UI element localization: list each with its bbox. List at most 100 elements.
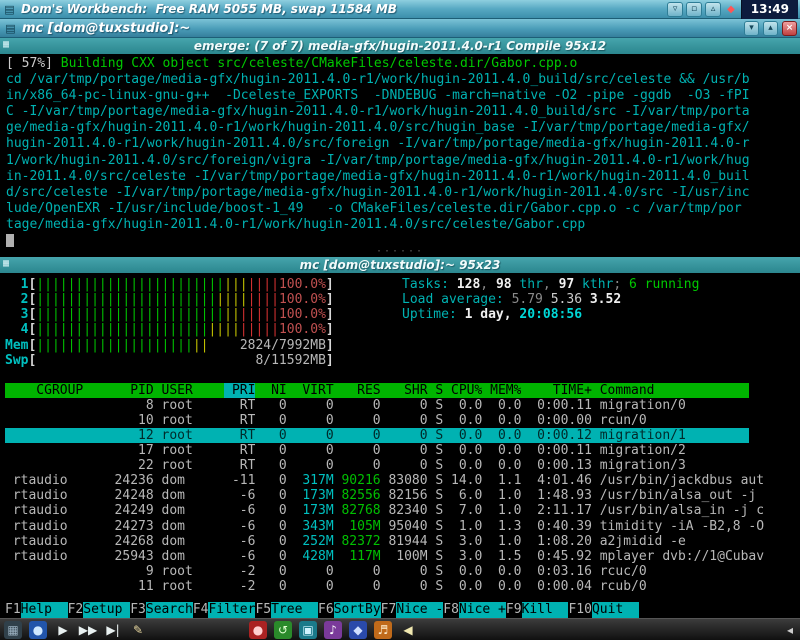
column-header-cgroup[interactable]: CGROUP (5, 383, 99, 398)
column-header-command[interactable]: Command (592, 383, 655, 398)
table-row[interactable]: 11root-20000S0.00.00:00.04rcub/0 (5, 579, 749, 594)
meter-4: 4[|||||||||||||||||||||||||||||||100.0%] (5, 322, 800, 337)
htop-panel: 1[|||||||||||||||||||||||||||||||100.0%]… (0, 273, 800, 618)
fkey-help[interactable]: F1Help (5, 602, 68, 618)
column-header-pid[interactable]: PID (99, 383, 154, 398)
blank-line (5, 368, 800, 383)
column-header-user[interactable]: USER (154, 383, 224, 398)
table-row[interactable]: 10rootRT0000S0.00.00:00.00rcun/0 (5, 413, 749, 428)
meter-swp: Swp[ 8/11592MB] (5, 353, 800, 368)
next-track-icon[interactable]: ▶▶ (79, 621, 97, 639)
table-row[interactable]: rtaudio24268dom-60252M8237281944S3.01.01… (5, 534, 749, 549)
fkey-search[interactable]: F3Search (130, 602, 193, 618)
fkey-sortby[interactable]: F6SortBy (318, 602, 381, 618)
build-progress-line: [ 57%] Building CXX object src/celeste/C… (6, 56, 800, 72)
close-button[interactable]: × (782, 21, 797, 36)
htop-info-column: Tasks: 128, 98 thr, 97 kthr; 6 running L… (402, 277, 699, 322)
table-row[interactable]: rtaudio24248dom-60173M8255682156S6.01.01… (5, 488, 749, 503)
uptime-line: Uptime: 1 day, 20:08:56 (402, 307, 699, 322)
taskbar: ▦●▶▶▶▶|✎ ●↺▣♪◆♬◀ ◂ (0, 618, 800, 640)
fkey-tree[interactable]: F5Tree (255, 602, 318, 618)
screen-window-icon: ▦ (3, 39, 9, 50)
table-row[interactable]: 22rootRT0000S0.00.00:00.13migration/3 (5, 458, 749, 473)
tray-icon-orange[interactable]: ♬ (374, 621, 392, 639)
column-header-res[interactable]: RES (334, 383, 381, 398)
tray-icon-teal[interactable]: ▣ (299, 621, 317, 639)
table-row[interactable]: 12rootRT0000S0.00.00:00.12migration/1 (5, 428, 749, 443)
terminal-line: tage/media-gfx/hugin-2011.4.0-r1/work/hu… (6, 217, 800, 233)
browser-icon[interactable]: ● (29, 621, 47, 639)
caption-text-htop: mc [dom@tuxstudio]:~ 95x23 (300, 258, 501, 272)
column-header-cpu[interactable]: CPU% (443, 383, 482, 398)
function-key-bar: F1HelpF2SetupF3SearchF4FilterF5TreeF6Sor… (5, 602, 800, 618)
skip-track-icon[interactable]: ▶| (104, 621, 122, 639)
minimize-button[interactable]: ▾ (744, 21, 759, 36)
taskbar-launchers: ▦●▶▶▶▶|✎ (4, 621, 147, 639)
divider-dots: ······ (0, 249, 800, 257)
terminal-line: lude/OpenEXR -I/usr/include/boost-1_49 -… (6, 201, 800, 217)
taskbar-tray: ● ↺ ▣ ♪ ◆ ♬ ◀ (249, 621, 417, 639)
panel-hide-arrow[interactable]: ◂ (784, 623, 796, 637)
terminal-line: in-2011.4.0/src/celeste -I/var/tmp/porta… (6, 169, 800, 185)
table-row[interactable]: rtaudio24249dom-60173M8276882340S7.01.02… (5, 503, 749, 518)
maximize-button[interactable]: ▴ (763, 21, 778, 36)
desktop: ▤ Dom's Workbench: Free RAM 5055 MB, swa… (0, 0, 800, 640)
panel-button-3[interactable]: ▵ (705, 2, 721, 17)
screen-caption-htop[interactable]: ▦ mc [dom@tuxstudio]:~ 95x23 (0, 257, 800, 273)
clock: 13:49 (741, 0, 798, 19)
top-panel: ▤ Dom's Workbench: Free RAM 5055 MB, swa… (0, 0, 800, 19)
panel-tray-icon[interactable]: ◆ (725, 4, 737, 15)
tasks-line: Tasks: 128, 98 thr, 97 kthr; 6 running (402, 277, 699, 292)
app-launcher-icon[interactable]: ▦ (4, 621, 22, 639)
tray-icon-note[interactable]: ♪ (324, 621, 342, 639)
window-list-icon[interactable]: ▤ (2, 2, 17, 17)
table-row[interactable]: rtaudio24273dom-60343M105M95040S1.01.30:… (5, 519, 749, 534)
fkey-setup[interactable]: F2Setup (68, 602, 131, 618)
column-header-s[interactable]: S (428, 383, 444, 398)
table-row[interactable]: rtaudio25943dom-60428M117M100MS3.01.50:4… (5, 549, 749, 564)
column-header-mem[interactable]: MEM% (482, 383, 521, 398)
terminal-window-icon[interactable]: ▤ (3, 21, 18, 36)
panel-buttons: ▿▫▵ (667, 2, 721, 17)
column-header-pri[interactable]: PRI (224, 383, 255, 398)
load-average-line: Load average: 5.79 5.36 3.52 (402, 292, 699, 307)
terminal-cursor (6, 234, 14, 247)
table-row[interactable]: 8rootRT0000S0.00.00:00.11migration/0 (5, 398, 749, 413)
terminal-line: ge/media-gfx/hugin-2011.4.0-r1/work/hugi… (6, 120, 800, 136)
tray-icon-blue[interactable]: ◆ (349, 621, 367, 639)
terminal-line: hugin-2011.4.0-r1/work/hugin-2011.4.0/sr… (6, 136, 800, 152)
play-icon[interactable]: ▶ (54, 621, 72, 639)
volume-icon[interactable]: ◀ (399, 621, 417, 639)
column-header-virt[interactable]: VIRT (287, 383, 334, 398)
column-header-ni[interactable]: NI (255, 383, 286, 398)
compile-output: cd /var/tmp/portage/media-gfx/hugin-2011… (6, 72, 800, 233)
fkey-quit[interactable]: F10Quit (568, 602, 638, 618)
terminal-line: 1/work/hugin-2011.4.0/src/foreign/vigra … (6, 153, 800, 169)
tray-icon-green[interactable]: ↺ (274, 621, 292, 639)
screen-window-icon: ▦ (3, 258, 9, 269)
screen-caption-compile[interactable]: ▦ emerge: (7 of 7) media-gfx/hugin-2011.… (0, 38, 800, 54)
caption-text-compile: emerge: (7 of 7) media-gfx/hugin-2011.4.… (194, 39, 606, 53)
process-table-header: CGROUPPIDUSERPRINIVIRTRESSHRSCPU%MEM%TIM… (5, 383, 749, 398)
edit-icon[interactable]: ✎ (129, 621, 147, 639)
table-row[interactable]: rtaudio24236dom-110317M9021683080S14.01.… (5, 473, 749, 488)
terminal-line: C -I/var/tmp/portage/media-gfx/hugin-201… (6, 104, 800, 120)
tray-icon-red[interactable]: ● (249, 621, 267, 639)
window-title: mc [dom@tuxstudio]:~ (22, 21, 190, 36)
window-titlebar[interactable]: ▤ mc [dom@tuxstudio]:~ ▾ ▴ × (0, 19, 800, 38)
column-header-shr[interactable]: SHR (381, 383, 428, 398)
fkey-filter[interactable]: F4Filter (193, 602, 256, 618)
table-row[interactable]: 9root-20000S0.00.00:03.16rcuc/0 (5, 564, 749, 579)
panel-button-1[interactable]: ▿ (667, 2, 683, 17)
column-header-time[interactable]: TIME+ (521, 383, 591, 398)
process-table-body: 8rootRT0000S0.00.00:00.11migration/010ro… (5, 398, 800, 594)
fkey-nice[interactable]: F7Nice - (381, 602, 444, 618)
panel-button-2[interactable]: ▫ (686, 2, 702, 17)
table-row[interactable]: 17rootRT0000S0.00.00:00.11migration/2 (5, 443, 749, 458)
meter-mem: Mem[|||||||||||||||||||||| 2824/7992MB] (5, 338, 800, 353)
panel-title: Dom's Workbench: Free RAM 5055 MB, swap … (21, 2, 397, 16)
terminal-line: d/src/celeste -I/var/tmp/portage/media-g… (6, 185, 800, 201)
fkey-kill[interactable]: F9Kill (506, 602, 569, 618)
fkey-nice[interactable]: F8Nice + (443, 602, 506, 618)
terminal-line: cd /var/tmp/portage/media-gfx/hugin-2011… (6, 72, 800, 88)
